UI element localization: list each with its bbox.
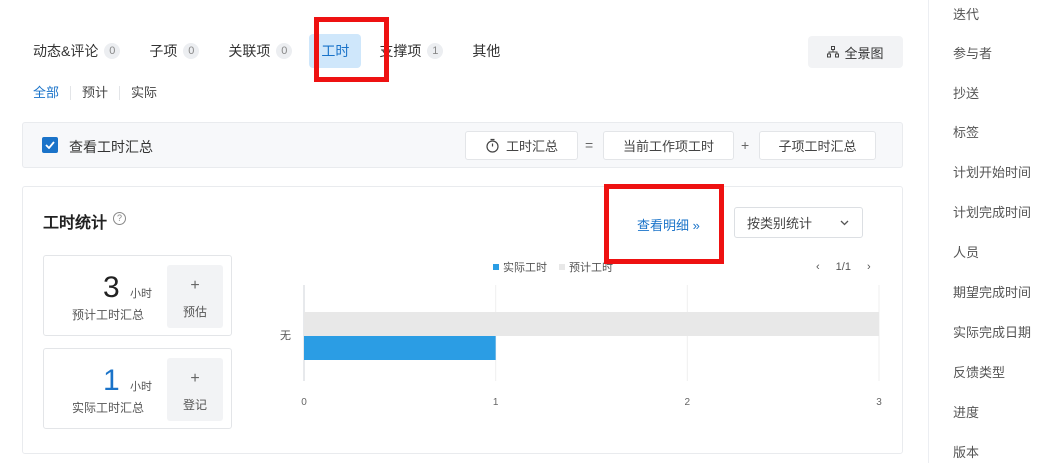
log-time-button[interactable]: + 登记 [167, 358, 223, 421]
estimated-value: 3 [103, 271, 120, 304]
tab-activity[interactable]: 动态&评论 0 [33, 34, 121, 68]
chevron-left-icon[interactable]: ‹ [816, 261, 820, 273]
x-tick-label: 1 [493, 397, 499, 408]
tab-label: 其他 [472, 43, 501, 59]
bar-actual [304, 336, 496, 360]
worktime-summary-bar: 查看工时汇总 工时汇总 = 当前工作项工时 + 子项工时汇总 [22, 122, 903, 168]
hierarchy-icon [827, 46, 840, 58]
estimated-worktime-metric: 3 小时 预计工时汇总 + 预估 [43, 255, 232, 336]
actual-label: 实际工时汇总 [72, 401, 145, 415]
timer-icon [486, 138, 499, 153]
chart-pager: ‹ 1/1 › [808, 261, 879, 273]
worktime-filter: 全部 预计 实际 [33, 84, 168, 102]
actual-unit: 小时 [130, 381, 152, 393]
attr-person[interactable]: 人员 [953, 242, 979, 261]
attr-participants[interactable]: 参与者 [953, 43, 992, 62]
stats-title: 工时统计 [43, 215, 108, 232]
estimated-label: 预计工时汇总 [72, 308, 145, 322]
estimate-button-label: 预估 [182, 305, 207, 319]
chevron-down-icon [840, 220, 849, 226]
overview-button[interactable]: 全景图 [808, 36, 903, 68]
legend-item-actual[interactable]: 实际工时 [493, 259, 547, 275]
worktime-bar-chart: 0 1 2 3 无 [280, 285, 882, 408]
main-area: 动态&评论 0 子项 0 关联项 0 工时 支撑项 1 其他 全景图 全部 预计… [0, 0, 928, 463]
summary-checkbox-label: 查看工时汇总 [69, 139, 153, 155]
estimate-button[interactable]: + 预估 [167, 265, 223, 328]
group-by-select[interactable]: 按类别统计 [734, 207, 863, 238]
plus-icon: + [190, 277, 200, 294]
total-worktime-box: 工时汇总 [465, 131, 578, 160]
attr-feedback-type[interactable]: 反馈类型 [953, 362, 1005, 381]
worktime-stats-card: 工时统计 ? 查看明细 » 按类别统计 3 小时 预计工时汇总 + 预估 1 小… [22, 186, 903, 454]
view-detail-link[interactable]: 查看明细 » [637, 215, 700, 234]
child-worktime-box: 子项工时汇总 [759, 131, 876, 160]
chevron-right-icon[interactable]: › [867, 261, 871, 273]
tab-other[interactable]: 其他 [472, 34, 500, 68]
x-tick-label: 0 [301, 397, 307, 408]
plus-sign: + [741, 137, 750, 153]
current-item-worktime-box: 当前工作项工时 [603, 131, 734, 160]
legend-label: 实际工时 [503, 262, 547, 274]
tab-worktime[interactable]: 工时 [309, 34, 362, 68]
attr-cc[interactable]: 抄送 [953, 83, 979, 102]
pager-text: 1/1 [835, 261, 851, 273]
log-time-button-label: 登记 [182, 398, 207, 412]
group-by-value: 按类别统计 [747, 216, 813, 231]
legend-swatch [493, 264, 499, 270]
filter-estimated[interactable]: 预计 [70, 86, 119, 100]
total-worktime-label: 工时汇总 [505, 139, 558, 154]
equals-sign: = [585, 137, 594, 153]
attr-iteration[interactable]: 迭代 [953, 4, 979, 23]
attr-progress[interactable]: 进度 [953, 402, 979, 421]
tab-related[interactable]: 关联项 0 [228, 34, 293, 68]
chart-legend: 实际工时 预计工时 [493, 259, 625, 275]
summary-checkbox[interactable] [42, 137, 58, 153]
x-tick-label: 3 [876, 397, 882, 408]
tab-count-badge: 0 [276, 43, 293, 59]
overview-label: 全景图 [844, 45, 884, 61]
tab-label: 关联项 [228, 43, 271, 59]
attr-version[interactable]: 版本 [953, 442, 979, 461]
tab-label: 动态&评论 [33, 43, 99, 59]
detail-tabs: 动态&评论 0 子项 0 关联项 0 工时 支撑项 1 其他 [33, 34, 529, 68]
legend-swatch [559, 264, 565, 270]
attr-actual-finish[interactable]: 实际完成日期 [953, 322, 1031, 341]
attribute-panel: 迭代 参与者 抄送 标签 计划开始时间 计划完成时间 人员 期望完成时间 实际完… [928, 0, 1055, 463]
tab-count-badge: 0 [183, 43, 200, 59]
legend-label: 预计工时 [569, 262, 613, 274]
attr-planned-start[interactable]: 计划开始时间 [953, 162, 1031, 181]
current-item-worktime-label: 当前工作项工时 [622, 139, 714, 154]
actual-value: 1 [103, 364, 120, 397]
plus-icon: + [190, 370, 200, 387]
tab-count-badge: 1 [427, 43, 444, 59]
help-icon[interactable]: ? [113, 212, 126, 225]
tab-label: 子项 [149, 43, 178, 59]
tab-label: 工时 [321, 43, 350, 59]
tab-support[interactable]: 支撑项 1 [379, 34, 444, 68]
attr-expected-finish[interactable]: 期望完成时间 [953, 282, 1031, 301]
tab-count-badge: 0 [104, 43, 121, 59]
x-tick-label: 2 [685, 397, 691, 408]
y-category-label: 无 [280, 330, 291, 342]
legend-item-estimated[interactable]: 预计工时 [559, 259, 613, 275]
tab-subitems[interactable]: 子项 0 [149, 34, 200, 68]
bar-estimated [304, 312, 879, 336]
child-worktime-label: 子项工时汇总 [778, 139, 857, 154]
estimated-unit: 小时 [130, 288, 152, 300]
attr-tags[interactable]: 标签 [953, 122, 979, 141]
filter-all[interactable]: 全部 [33, 86, 70, 100]
filter-actual[interactable]: 实际 [119, 86, 168, 100]
check-icon [45, 141, 55, 149]
attr-planned-finish[interactable]: 计划完成时间 [953, 202, 1031, 221]
tab-label: 支撑项 [379, 43, 422, 59]
actual-worktime-metric: 1 小时 实际工时汇总 + 登记 [43, 348, 232, 429]
